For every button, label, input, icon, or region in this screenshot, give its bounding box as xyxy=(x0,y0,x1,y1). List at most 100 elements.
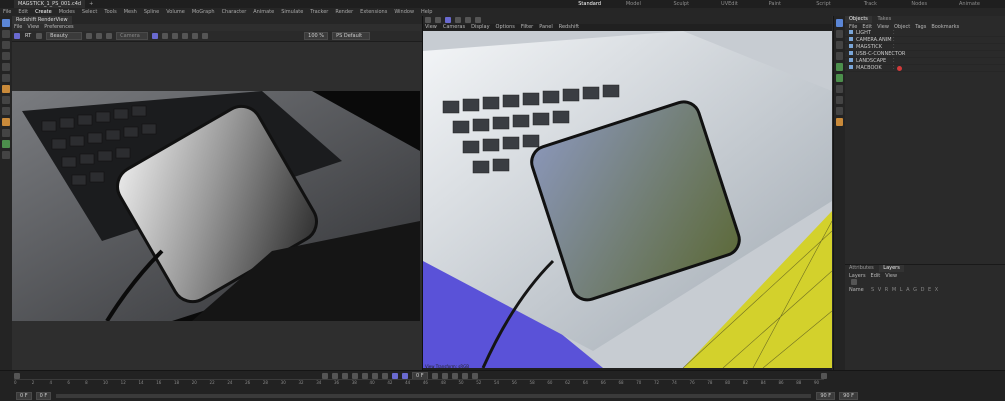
visibility-dots[interactable]: ⁚ xyxy=(893,58,895,64)
snapshot-icon[interactable] xyxy=(86,33,93,39)
object-row-light[interactable]: LIGHT ⁚ xyxy=(845,30,1005,37)
isolate-icon[interactable] xyxy=(475,17,481,23)
end-frame-field[interactable]: 90 F xyxy=(839,391,858,400)
vp-menu-redshift[interactable]: Redshift xyxy=(559,24,579,31)
menu-edit[interactable]: Edit xyxy=(18,8,28,16)
object-row-usb-c[interactable]: USB-C-CONNECTOR ⁚ xyxy=(845,51,1005,58)
vp-menu-view[interactable]: View xyxy=(425,24,437,31)
frame-range-slider[interactable] xyxy=(56,393,812,398)
cloner-icon[interactable] xyxy=(836,74,843,82)
menu-help[interactable]: Help xyxy=(421,8,432,16)
menu-tracker[interactable]: Tracker xyxy=(310,8,328,16)
tab-layers[interactable]: Layers xyxy=(879,265,904,272)
workplane-icon[interactable] xyxy=(2,140,10,148)
cube-icon[interactable] xyxy=(836,19,843,27)
region-icon[interactable] xyxy=(182,33,189,39)
layout-sculpt[interactable]: Sculpt xyxy=(673,0,719,8)
polygon-pen-icon[interactable] xyxy=(2,85,10,93)
color-picker-icon[interactable] xyxy=(202,33,209,39)
zoom-field[interactable]: 100 % xyxy=(304,32,329,40)
layers-menu-view[interactable]: View xyxy=(885,273,897,279)
add-layer-icon[interactable] xyxy=(851,279,857,285)
light-toggle-icon[interactable] xyxy=(435,17,441,23)
scale-icon[interactable] xyxy=(2,63,10,71)
visibility-dots[interactable]: ⁚ xyxy=(893,44,895,50)
layout-script[interactable]: Script xyxy=(816,0,862,8)
layers-menu-edit[interactable]: Edit xyxy=(871,273,881,279)
object-row-macbook[interactable]: MACBOOK ⁚ xyxy=(845,65,1005,72)
layout-nodes[interactable]: Nodes xyxy=(911,0,957,8)
visibility-dots[interactable]: ⁚ xyxy=(893,37,895,43)
tab-takes[interactable]: Takes xyxy=(873,16,895,23)
lock-icon[interactable] xyxy=(152,33,159,39)
snap-icon[interactable] xyxy=(2,107,10,115)
display-mode-icon[interactable] xyxy=(455,17,461,23)
vp-menu-display[interactable]: Display xyxy=(471,24,489,31)
light-object-icon[interactable] xyxy=(836,118,843,126)
stop-icon[interactable] xyxy=(36,33,43,39)
menu-animate[interactable]: Animate xyxy=(253,8,274,16)
camera-select[interactable]: Camera xyxy=(116,32,149,40)
shading-icon[interactable] xyxy=(465,17,471,23)
menu-simulate[interactable]: Simulate xyxy=(281,8,303,16)
render-icon[interactable] xyxy=(14,33,20,39)
move-tool-icon[interactable] xyxy=(2,19,10,27)
field-icon[interactable] xyxy=(836,96,843,104)
text-icon[interactable] xyxy=(836,52,843,60)
light-icon[interactable] xyxy=(2,151,10,159)
menu-character[interactable]: Character xyxy=(222,8,247,16)
layout-uvedit[interactable]: UVEdit xyxy=(721,0,767,8)
layout-animate[interactable]: Animate xyxy=(959,0,1005,8)
vp-menu-panel[interactable]: Panel xyxy=(539,24,553,31)
layers-menu-layers[interactable]: Layers xyxy=(849,273,866,279)
obj-menu-edit[interactable]: Edit xyxy=(862,24,872,30)
menu-file[interactable]: File xyxy=(3,8,11,16)
material-tag-icon[interactable] xyxy=(897,65,902,71)
obj-menu-tags[interactable]: Tags xyxy=(915,24,926,30)
tab-objects[interactable]: Objects xyxy=(845,16,872,23)
vp-menu-filter[interactable]: Filter xyxy=(521,24,533,31)
menu-window[interactable]: Window xyxy=(394,8,414,16)
rv-menu-preferences[interactable]: Preferences xyxy=(44,24,73,31)
nurbs-icon[interactable] xyxy=(836,41,843,49)
document-tab[interactable]: MAGSTICK_1_PS_001.c4d xyxy=(14,0,86,8)
object-row-landscape[interactable]: LANDSCAPE ⁚ xyxy=(845,58,1005,65)
vp-menu-options[interactable]: Options xyxy=(496,24,515,31)
new-tab-icon[interactable]: + xyxy=(89,1,93,7)
display-preset-select[interactable]: PS Default xyxy=(332,32,371,40)
layout-track[interactable]: Track xyxy=(864,0,910,8)
rotate-icon[interactable] xyxy=(2,52,10,60)
menu-mograph[interactable]: MoGraph xyxy=(192,8,215,16)
obj-menu-file[interactable]: File xyxy=(849,24,857,30)
tab-attributes[interactable]: Attributes xyxy=(845,265,878,272)
viewport-canvas[interactable] xyxy=(423,31,832,368)
history-icon[interactable] xyxy=(96,33,103,39)
grid-icon[interactable] xyxy=(162,33,169,39)
move-icon[interactable] xyxy=(2,41,10,49)
vp-menu-cameras[interactable]: Cameras xyxy=(443,24,465,31)
menu-select[interactable]: Select xyxy=(82,8,97,16)
visibility-dots[interactable]: ⁚ xyxy=(893,51,895,57)
knife-icon[interactable] xyxy=(2,96,10,104)
aov-select[interactable]: Beauty xyxy=(46,32,83,40)
menu-spline[interactable]: Spline xyxy=(144,8,159,16)
menu-volume[interactable]: Volume xyxy=(166,8,185,16)
visibility-dots[interactable]: ⁚ xyxy=(893,65,895,71)
pen-icon[interactable] xyxy=(836,30,843,38)
paint-icon[interactable] xyxy=(2,118,10,126)
menu-extensions[interactable]: Extensions xyxy=(360,8,387,16)
menu-mesh[interactable]: Mesh xyxy=(124,8,137,16)
layout-paint[interactable]: Paint xyxy=(769,0,815,8)
menu-render[interactable]: Render xyxy=(335,8,353,16)
start-frame-field[interactable]: 0 F xyxy=(16,391,32,400)
menu-tools[interactable]: Tools xyxy=(104,8,116,16)
camera-icon[interactable] xyxy=(425,17,431,23)
object-row-magstick[interactable]: MAGSTICK ⁚ xyxy=(845,44,1005,51)
camera-object-icon[interactable] xyxy=(836,107,843,115)
rt-mode-label[interactable]: RT xyxy=(25,33,31,39)
rv-menu-file[interactable]: File xyxy=(14,24,22,31)
mograph-icon[interactable] xyxy=(836,63,843,71)
object-row-camera-anim[interactable]: CAMERA.ANIM ⁚ xyxy=(845,37,1005,44)
brush-icon[interactable] xyxy=(2,129,10,137)
obj-menu-view[interactable]: View xyxy=(877,24,889,30)
